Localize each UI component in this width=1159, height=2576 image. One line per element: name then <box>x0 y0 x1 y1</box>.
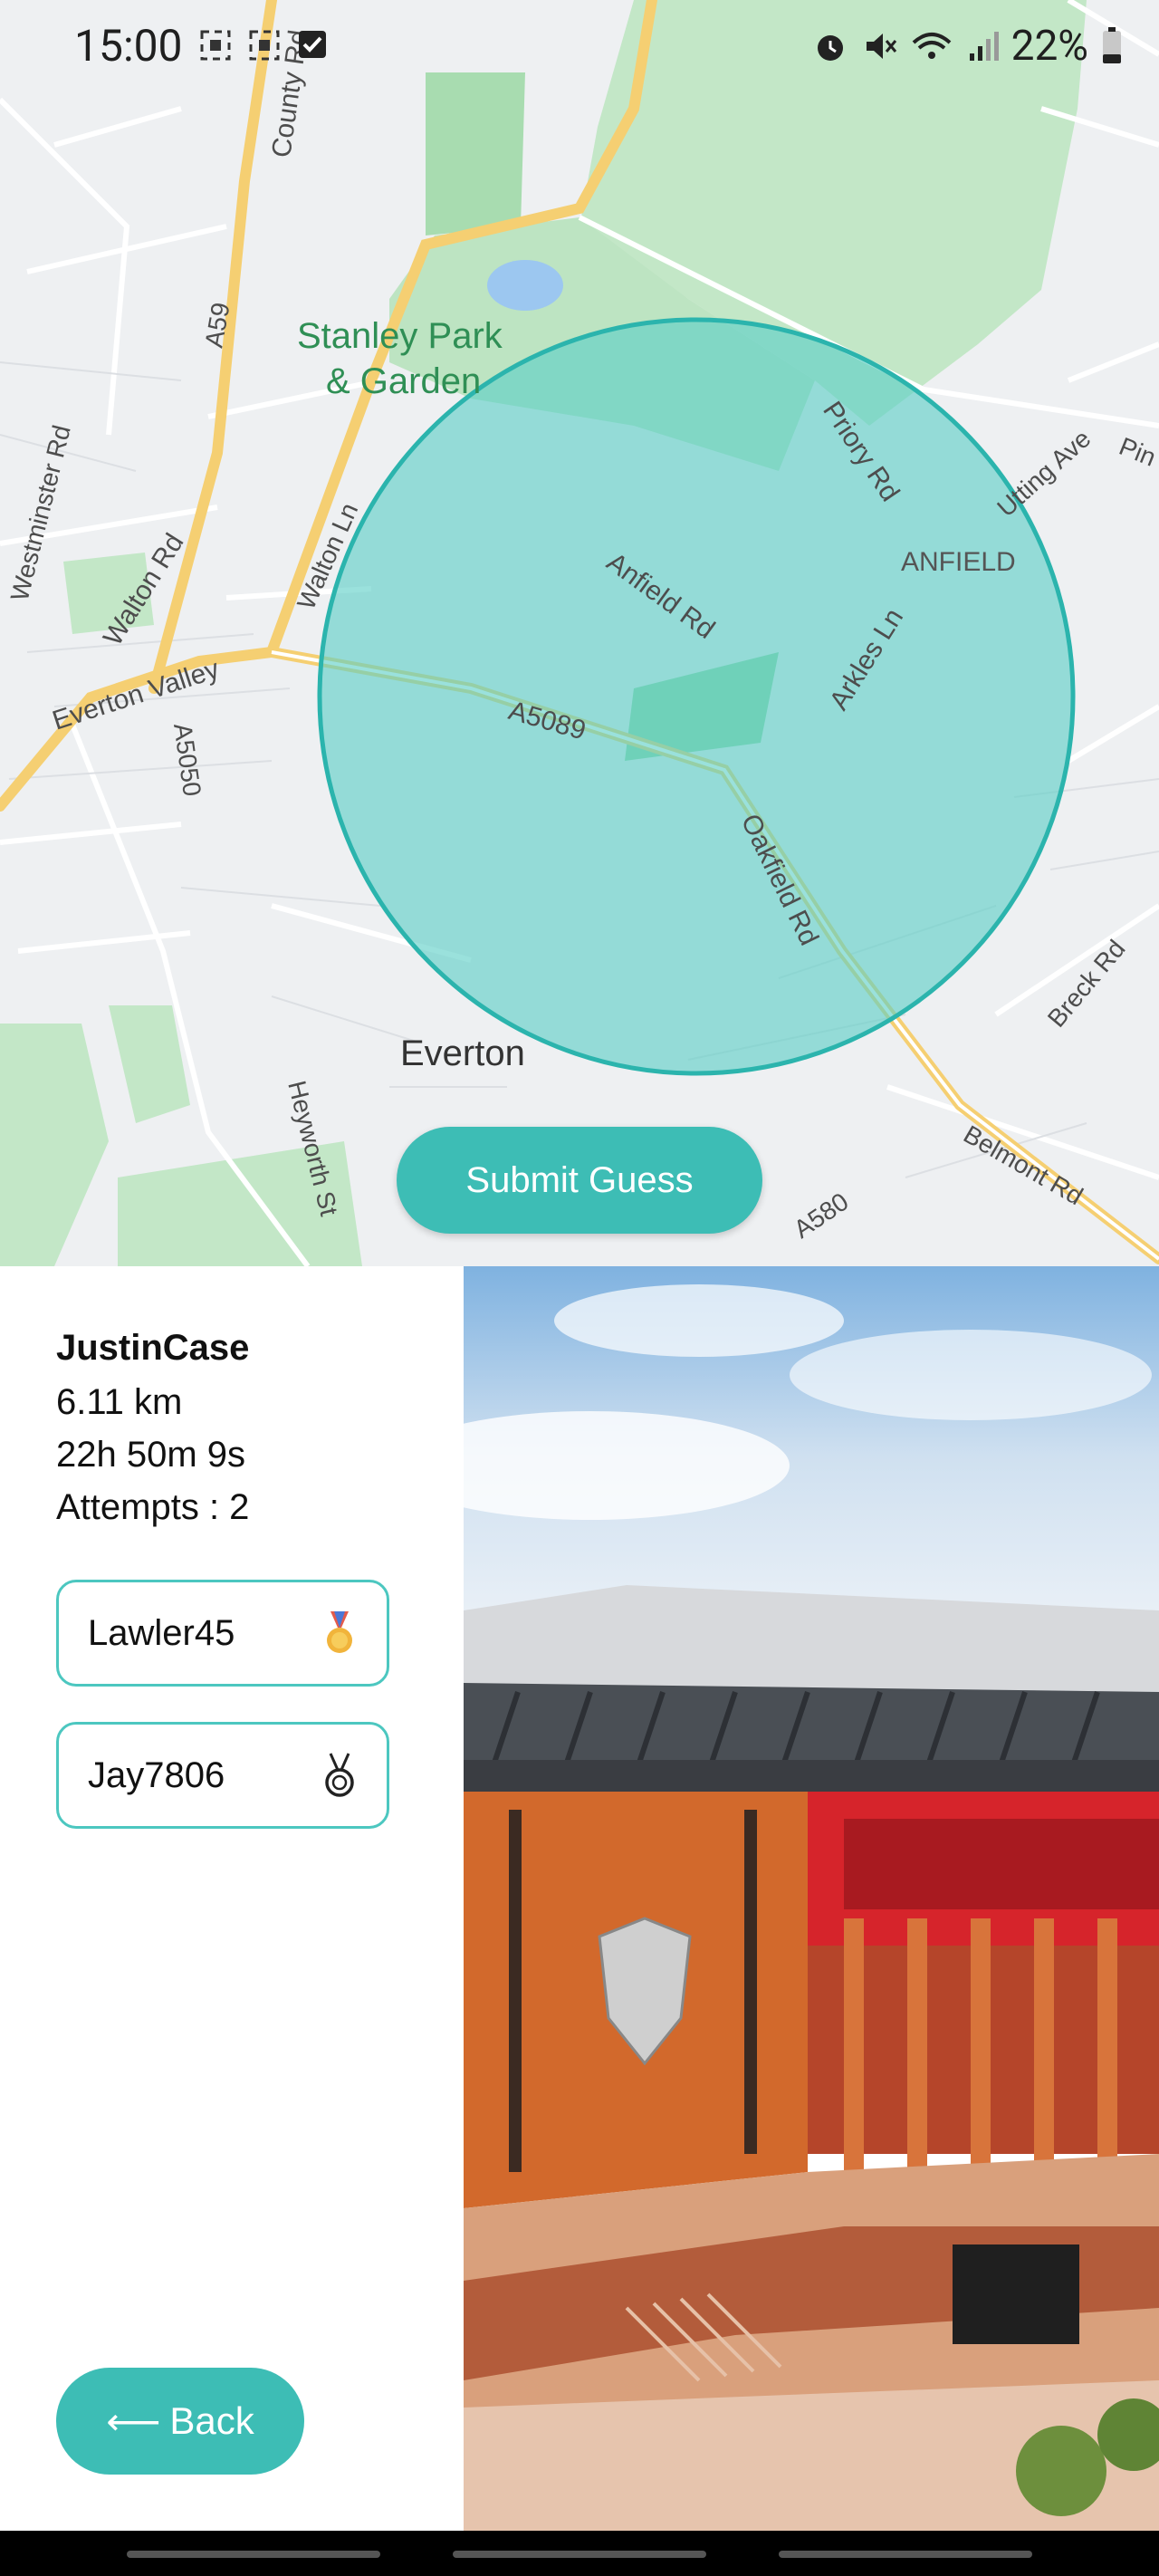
back-button[interactable]: ⟵ Back <box>56 2368 304 2475</box>
road-label-a580: A580 <box>789 1187 854 1244</box>
park-area <box>0 1024 109 1266</box>
park-area <box>109 1005 190 1123</box>
road-label-utting-ave: Utting Ave <box>991 424 1096 522</box>
park-label-stanley-park: Stanley Park <box>297 316 503 356</box>
status-left-icons <box>199 29 328 62</box>
nav-back-handle[interactable] <box>779 2551 1032 2558</box>
district-label-everton: Everton <box>400 1033 525 1073</box>
submit-guess-label: Submit Guess <box>465 1159 694 1200</box>
system-nav-bar <box>0 2531 1159 2576</box>
status-time: 15:00 <box>74 20 183 72</box>
map-canvas[interactable]: County Rd A59 Westminster Rd Walton Rd W… <box>0 0 1159 1266</box>
leaderboard-name: Lawler45 <box>88 1612 235 1653</box>
leaderboard-item[interactable]: Lawler45 <box>56 1580 389 1687</box>
attempts-value: Attempts : 2 <box>56 1487 250 1527</box>
distance-value: 6.11 km <box>56 1382 183 1422</box>
mute-icon <box>866 34 896 59</box>
silver-medal-icon <box>325 1753 354 1797</box>
district-label-anfield: ANFIELD <box>901 547 1016 577</box>
guess-radius-circle[interactable] <box>317 317 1076 1076</box>
submit-guess-button[interactable]: Submit Guess <box>397 1127 762 1234</box>
leaderboard-item[interactable]: Jay7806 <box>56 1722 389 1829</box>
leaderboard-name: Jay7806 <box>88 1754 225 1795</box>
back-arrow-icon: ⟵ <box>106 2399 161 2443</box>
checkbox-icon <box>299 31 326 58</box>
stadium-photo <box>464 1266 1159 2531</box>
park-label-garden: & Garden <box>326 361 481 401</box>
road-label-pin: Pin <box>1116 432 1159 472</box>
gold-medal-icon <box>327 1611 352 1653</box>
back-label: Back <box>169 2399 254 2442</box>
location-photo <box>464 1266 1159 2531</box>
wifi-icon <box>912 33 951 59</box>
nav-home-handle[interactable] <box>453 2551 706 2558</box>
lake <box>487 260 563 311</box>
status-bar: 15:00 22% <box>0 0 1159 94</box>
screenshot-icon <box>200 30 231 61</box>
map-view[interactable]: County Rd A59 Westminster Rd Walton Rd W… <box>0 0 1159 1266</box>
signal-icon <box>969 32 999 61</box>
player-name: JustinCase <box>56 1328 250 1368</box>
nav-recents-handle[interactable] <box>127 2551 380 2558</box>
time-value: 22h 50m 9s <box>56 1435 246 1475</box>
road-label-breck-rd: Breck Rd <box>1042 935 1131 1033</box>
park-area <box>426 72 525 235</box>
battery-icon <box>1103 27 1121 63</box>
player-panel: JustinCase 6.11 km 22h 50m 9s Attempts :… <box>0 1266 464 2531</box>
alarm-icon <box>817 35 843 61</box>
road-label-a5050: A5050 <box>168 722 206 798</box>
battery-percent: 22% <box>1011 22 1088 71</box>
status-right-icons: 22% <box>812 22 1123 71</box>
screenshot-icon <box>249 30 280 61</box>
